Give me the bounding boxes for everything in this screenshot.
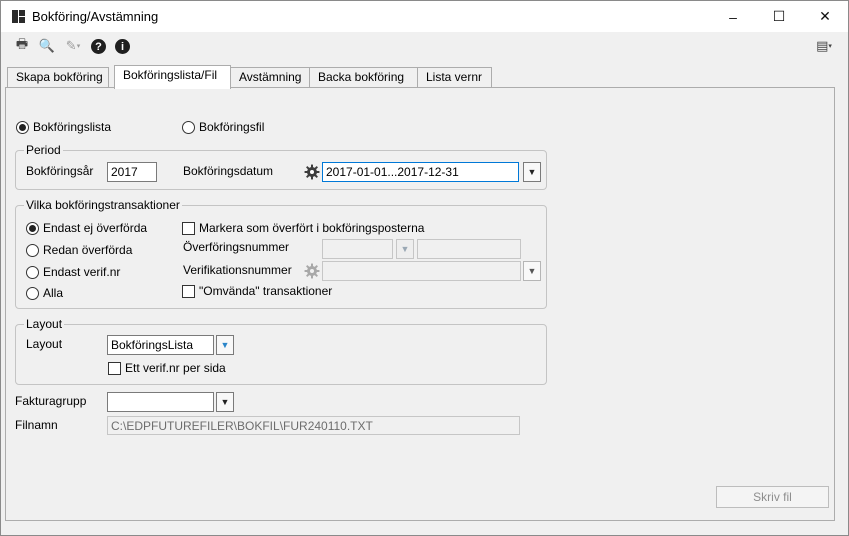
tab-skapa-bokforing[interactable]: Skapa bokföring xyxy=(7,67,109,88)
bokforingsdatum-input[interactable]: 2017-01-01...2017-12-31 xyxy=(322,162,519,182)
layout-label: Layout xyxy=(26,337,63,351)
ett-verif-per-sida-checkbox[interactable] xyxy=(108,362,121,375)
preview-icon: 🔍 xyxy=(38,38,56,53)
radio-bokforingsfil-label: Bokföringsfil xyxy=(199,120,265,134)
transactions-legend: Vilka bokföringstransaktioner xyxy=(24,198,182,212)
print-button[interactable]: 🖶 xyxy=(13,36,31,55)
bokforingsar-input[interactable]: 2017 xyxy=(107,162,157,182)
spellcheck-icon: ✎ xyxy=(65,38,77,53)
layout-group: Layout Layout BokföringsLista ▼ Ett veri… xyxy=(15,317,547,385)
radio-endast-ej-overforda-label: Endast ej överförda xyxy=(43,221,148,235)
options-menu-button[interactable]: ▤ ▾ xyxy=(814,37,834,55)
verification-settings-gear-icon[interactable] xyxy=(304,263,320,279)
radio-endast-ej-overforda[interactable] xyxy=(26,222,39,235)
overforingsnummer-dropdown-button[interactable]: ▼ xyxy=(396,239,414,259)
filnamn-label: Filnamn xyxy=(15,418,58,432)
bokforingsdatum-dropdown-button[interactable]: ▼ xyxy=(523,162,541,182)
printer-icon: 🖶 xyxy=(15,36,29,51)
bokforingsdatum-label: Bokföringsdatum xyxy=(183,164,274,178)
overforingsnummer-to-input[interactable] xyxy=(417,239,521,259)
maximize-icon: ☐ xyxy=(772,8,786,24)
skriv-fil-button[interactable]: Skriv fil xyxy=(716,486,829,508)
title-bar: Bokföring/Avstämning – ☐ ✕ xyxy=(1,1,848,32)
spellcheck-button[interactable]: ✎ ▾ xyxy=(61,37,85,55)
chevron-down-icon: ▼ xyxy=(527,266,537,276)
tab-panel: Bokföringslista Bokföringsfil Period Bok… xyxy=(5,87,835,521)
chevron-down-icon: ▼ xyxy=(220,340,230,350)
minimize-icon: – xyxy=(729,8,737,25)
close-button[interactable]: ✕ xyxy=(802,1,848,32)
layout-legend: Layout xyxy=(24,317,65,331)
verifikationsnummer-input[interactable] xyxy=(322,261,521,281)
window-title: Bokföring/Avstämning xyxy=(32,9,159,24)
print-preview-button[interactable]: 🔍 xyxy=(38,37,56,55)
fakturagrupp-label: Fakturagrupp xyxy=(15,394,87,408)
verifikationsnummer-dropdown-button[interactable]: ▼ xyxy=(523,261,541,281)
window: Bokföring/Avstämning – ☐ ✕ 🖶 🔍 ✎ ▾ ? i ▤ ▾… xyxy=(0,0,849,536)
chevron-down-icon: ▼ xyxy=(220,397,230,407)
fakturagrupp-select[interactable] xyxy=(107,392,214,412)
radio-redan-overforda-label: Redan överförda xyxy=(43,243,133,257)
bokforingsar-label: Bokföringsår xyxy=(26,164,94,178)
ett-verif-per-sida-label: Ett verif.nr per sida xyxy=(125,361,226,375)
tab-strip: Skapa bokföring Bokföringslista/Fil Avst… xyxy=(1,65,848,89)
chevron-down-icon: ▼ xyxy=(400,244,410,254)
help-button[interactable]: ? xyxy=(91,39,106,54)
layout-dropdown-button[interactable]: ▼ xyxy=(216,335,234,355)
filnamn-input[interactable]: C:\EDPFUTUREFILER\BOKFIL\FUR240110.TXT xyxy=(107,416,520,435)
tab-avstamning[interactable]: Avstämning xyxy=(230,67,310,88)
chevron-down-icon: ▼ xyxy=(527,167,537,177)
date-settings-gear-icon[interactable] xyxy=(304,164,320,180)
radio-endast-verif-nr[interactable] xyxy=(26,266,39,279)
verifikationsnummer-label: Verifikationsnummer xyxy=(183,263,292,277)
tab-bokforingslista-fil[interactable]: Bokföringslista/Fil xyxy=(114,65,231,89)
overforingsnummer-label: Överföringsnummer xyxy=(183,240,290,254)
fakturagrupp-dropdown-button[interactable]: ▼ xyxy=(216,392,234,412)
period-group: Period Bokföringsår 2017 Bokföringsdatum… xyxy=(15,143,547,190)
tab-lista-vernr[interactable]: Lista vernr xyxy=(417,67,492,88)
layout-select[interactable]: BokföringsLista xyxy=(107,335,214,355)
minimize-button[interactable]: – xyxy=(710,1,756,32)
omvanda-transaktioner-checkbox[interactable] xyxy=(182,285,195,298)
radio-bokforingslista-label: Bokföringslista xyxy=(33,120,112,134)
period-legend: Period xyxy=(24,143,63,157)
app-icon xyxy=(12,10,25,23)
info-button[interactable]: i xyxy=(115,39,130,54)
info-icon: i xyxy=(120,40,125,53)
toolbar: 🖶 🔍 ✎ ▾ ? i ▤ ▾ xyxy=(1,32,848,60)
radio-bokforingsfil[interactable] xyxy=(182,121,195,134)
omvanda-transaktioner-label: "Omvända" transaktioner xyxy=(199,284,333,298)
radio-alla-label: Alla xyxy=(43,286,64,300)
close-icon: ✕ xyxy=(819,8,831,24)
transactions-group: Vilka bokföringstransaktioner Endast ej … xyxy=(15,198,547,309)
overforingsnummer-from-input[interactable] xyxy=(322,239,393,259)
markera-overfort-label: Markera som överfört i bokföringspostern… xyxy=(199,221,425,235)
radio-redan-overforda[interactable] xyxy=(26,244,39,257)
radio-endast-verif-nr-label: Endast verif.nr xyxy=(43,265,121,279)
tab-backa-bokforing[interactable]: Backa bokföring xyxy=(309,67,418,88)
radio-bokforingslista[interactable] xyxy=(16,121,29,134)
markera-overfort-checkbox[interactable] xyxy=(182,222,195,235)
radio-alla[interactable] xyxy=(26,287,39,300)
maximize-button[interactable]: ☐ xyxy=(756,1,802,32)
options-icon: ▤ xyxy=(816,38,829,53)
help-icon: ? xyxy=(95,40,102,53)
